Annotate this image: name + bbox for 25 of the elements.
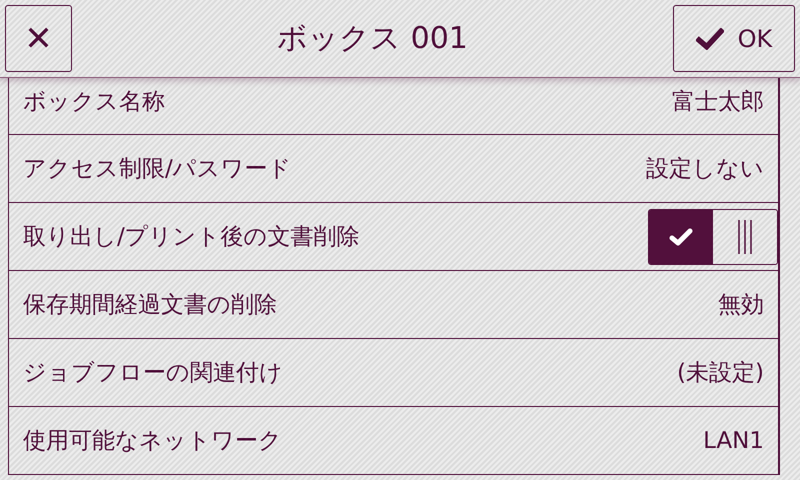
close-button[interactable]: ✕: [5, 5, 72, 72]
setting-label: 保存期間経過文書の削除: [23, 291, 277, 320]
setting-value: 無効: [718, 291, 764, 320]
settings-row[interactable]: アクセス制限/パスワード 設定しない: [9, 135, 778, 203]
settings-row[interactable]: 使用可能なネットワーク LAN1: [9, 407, 778, 475]
screen-title: ボックス 001: [277, 20, 468, 58]
settings-row[interactable]: 保存期間経過文書の削除 無効: [9, 271, 778, 339]
check-icon: [696, 28, 724, 50]
setting-value: (未設定): [677, 359, 764, 388]
settings-row[interactable]: ジョブフローの関連付け (未設定): [9, 339, 778, 407]
setting-value: 富士太郎: [672, 88, 764, 116]
setting-value: 設定しない: [646, 155, 764, 184]
setting-label: 取り出し/プリント後の文書削除: [23, 223, 360, 252]
check-icon: [668, 226, 694, 246]
ok-label: OK: [738, 24, 772, 52]
setting-value: LAN1: [703, 428, 764, 454]
grip-icon: [738, 220, 752, 254]
setting-label: ジョブフローの関連付け: [23, 359, 283, 388]
setting-label: ボックス名称: [23, 88, 165, 116]
settings-row[interactable]: ボックス名称 富士太郎: [9, 78, 778, 135]
settings-row[interactable]: 取り出し/プリント後の文書削除: [9, 203, 778, 271]
setting-label: 使用可能なネットワーク: [23, 427, 282, 456]
ok-button[interactable]: OK: [672, 5, 795, 72]
setting-label: アクセス制限/パスワード: [23, 155, 292, 184]
toggle-switch[interactable]: [648, 208, 778, 264]
